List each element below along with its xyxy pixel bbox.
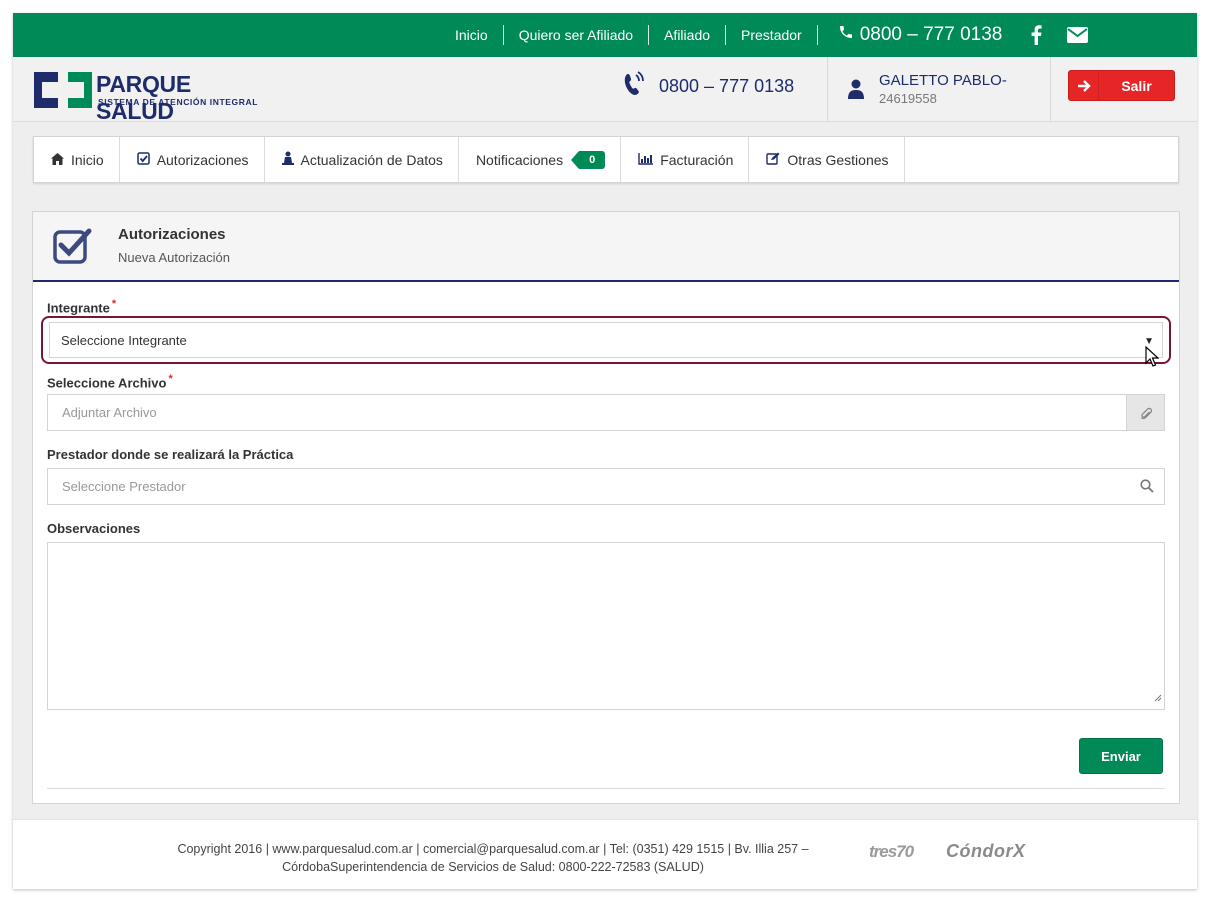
phone-icon: [838, 24, 860, 46]
envelope-icon[interactable]: [1067, 27, 1089, 43]
header-phone: 0800 – 777 0138: [623, 71, 794, 102]
paperclip-icon[interactable]: [1126, 395, 1164, 430]
edit-icon: [766, 152, 787, 168]
integrante-selected-value: Seleccione Integrante: [61, 332, 187, 348]
notifications-count: 0: [579, 150, 606, 169]
menu-item-autorizaciones[interactable]: Autorizaciones: [120, 137, 265, 182]
home-icon: [51, 152, 71, 168]
check-square-icon: [53, 228, 93, 269]
top-nav-afiliado[interactable]: Afiliado: [649, 25, 727, 45]
tres70-logo[interactable]: tres70: [869, 842, 914, 862]
header-phone-number: 0800 – 777 0138: [659, 76, 795, 96]
footer-line-1: Copyright 2016 | www.parquesalud.com.ar …: [177, 842, 809, 856]
arrow-right-icon: [1069, 71, 1099, 100]
panel-divider: [47, 788, 1165, 789]
panel-header: Autorizaciones Nueva Autorización: [33, 212, 1179, 282]
logo-mark-icon: [34, 72, 92, 108]
resize-grip-icon[interactable]: [1154, 689, 1162, 707]
menu-item-label: Actualización de Datos: [300, 151, 443, 168]
prestador-label: Prestador donde se realizará la Práctica: [47, 447, 294, 462]
menu-item-label: Notificaciones: [475, 151, 564, 168]
menu-item-actualizacion-datos[interactable]: Actualización de Datos: [265, 137, 459, 182]
logo[interactable]: PARQUE SALUD SISTEMA DE ATENCIÓN INTEGRA…: [34, 71, 257, 124]
phone-ringing-icon: [623, 71, 659, 102]
app-frame: Inicio Quiero ser Afiliado Afiliado Pres…: [13, 13, 1197, 889]
header-divider: [1050, 57, 1051, 121]
footer-line-2: CórdobaSuperintendencia de Servicios de …: [282, 860, 704, 874]
integrante-select[interactable]: Seleccione Integrante ▼: [49, 322, 1163, 358]
logout-label: Salir: [1121, 77, 1152, 94]
footer-text: Copyright 2016 | www.parquesalud.com.ar …: [143, 840, 843, 876]
bar-chart-icon: [638, 152, 660, 168]
prestador-placeholder: Seleccione Prestador: [62, 479, 186, 494]
menu-item-inicio[interactable]: Inicio: [34, 137, 120, 182]
logout-button[interactable]: Salir: [1068, 70, 1175, 101]
prestador-input[interactable]: Seleccione Prestador: [47, 468, 1165, 505]
archivo-placeholder: Adjuntar Archivo: [62, 405, 157, 420]
integrante-focus-ring: Seleccione Integrante ▼: [41, 316, 1171, 364]
top-nav: Inicio Quiero ser Afiliado Afiliado Pres…: [440, 13, 1089, 57]
menu-item-notificaciones[interactable]: Notificaciones 0: [459, 137, 622, 182]
condorx-logo[interactable]: CóndorX: [946, 841, 1026, 862]
top-nav-inicio[interactable]: Inicio: [440, 25, 504, 45]
main-menu: Inicio Autorizaciones Actualización de D…: [33, 136, 1179, 183]
mouse-cursor-icon: [1145, 345, 1160, 373]
notifications-badge: 0: [571, 150, 606, 169]
observaciones-label: Observaciones: [47, 521, 141, 536]
header: PARQUE SALUD SISTEMA DE ATENCIÓN INTEGRA…: [13, 57, 1197, 124]
top-nav-quiero-ser-afiliado[interactable]: Quiero ser Afiliado: [504, 25, 650, 45]
check-square-icon: [136, 151, 157, 168]
facebook-icon[interactable]: [1030, 25, 1042, 45]
user-name: GALETTO PABLO-: [879, 72, 1007, 89]
top-nav-prestador[interactable]: Prestador: [726, 25, 818, 45]
archivo-label: Seleccione Archivo *: [47, 373, 173, 391]
enviar-button[interactable]: Enviar: [1079, 738, 1163, 774]
person-icon: [281, 151, 301, 168]
integrante-label: Integrante *: [47, 298, 117, 316]
user-id: 24619558: [879, 91, 937, 106]
menu-item-label: Otras Gestiones: [787, 151, 889, 168]
top-phone-number: 0800 – 777 0138: [859, 24, 1003, 45]
menu-item-otras-gestiones[interactable]: Otras Gestiones: [749, 137, 905, 182]
menu-item-label: Inicio: [71, 151, 104, 168]
logo-subtitle: SISTEMA DE ATENCIÓN INTEGRAL: [98, 97, 259, 107]
panel-subtitle: Nueva Autorización: [118, 250, 231, 265]
authorization-panel: Autorizaciones Nueva Autorización Integr…: [32, 211, 1180, 804]
footer: Copyright 2016 | www.parquesalud.com.ar …: [13, 819, 1197, 889]
menu-item-label: Autorizaciones: [156, 151, 249, 168]
top-bar: Inicio Quiero ser Afiliado Afiliado Pres…: [13, 13, 1197, 57]
menu-item-label: Facturación: [660, 151, 734, 168]
panel-title: Autorizaciones: [118, 226, 226, 243]
menu-item-facturacion[interactable]: Facturación: [621, 137, 750, 182]
top-phone: 0800 – 777 0138: [818, 24, 1003, 46]
user-icon: [847, 79, 865, 104]
observaciones-textarea[interactable]: [47, 542, 1165, 710]
search-icon[interactable]: [1140, 479, 1154, 496]
header-divider: [827, 57, 828, 121]
archivo-input[interactable]: Adjuntar Archivo: [47, 394, 1165, 431]
